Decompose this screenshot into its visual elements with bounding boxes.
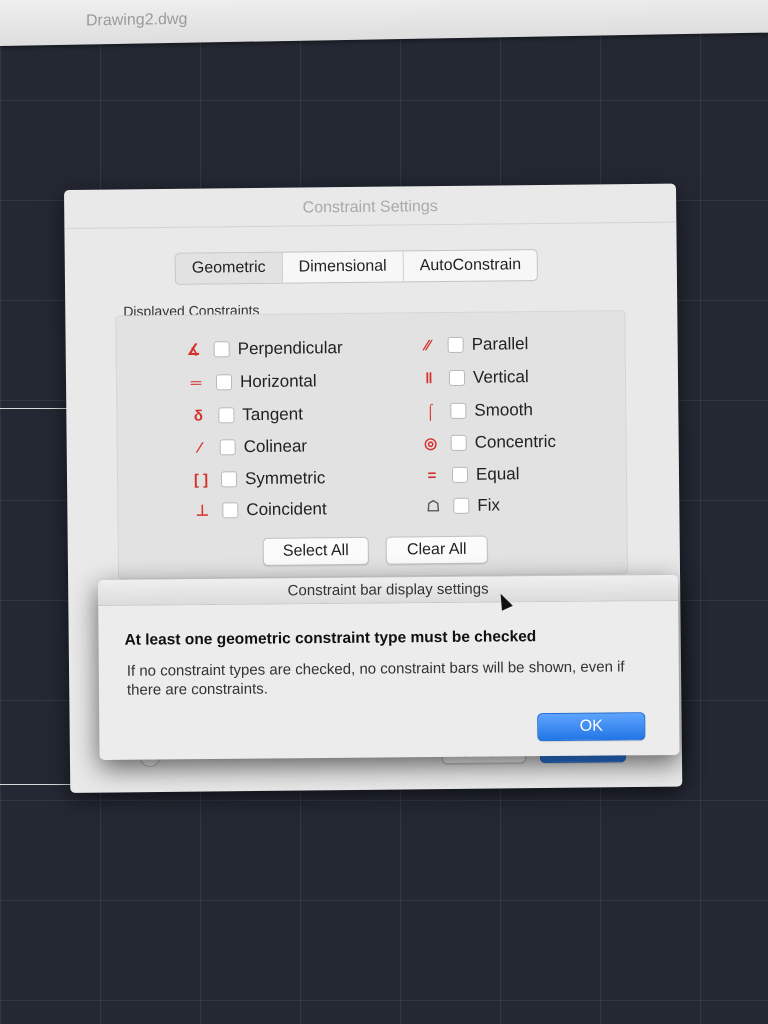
alert-heading: At least one geometric constraint type m… [124,628,537,649]
constraint-option-horizontal[interactable]: ═ Horizontal [184,370,317,393]
concentric-icon: ◎ [424,435,438,453]
checkbox[interactable] [219,439,236,456]
constraint-option-perpendicular[interactable]: ∡ Perpendicular [182,337,343,361]
checkbox[interactable] [450,434,467,451]
alert-title: Constraint bar display settings [98,574,679,606]
option-label: Smooth [474,400,534,420]
constraint-option-parallel[interactable]: ∕∕ Parallel [416,333,529,356]
alert-message: If no constraint types are checked, no c… [126,658,625,699]
coincident-icon: ⊥ [195,502,209,520]
constraint-option-concentric[interactable]: ◎ Concentric [419,431,556,454]
constraint-option-equal[interactable]: = Equal [420,463,520,486]
option-label: Horizontal [239,371,317,392]
checkbox[interactable] [220,471,238,488]
checkbox[interactable] [451,466,469,483]
option-label: Vertical [472,367,529,387]
constraint-option-symmetric[interactable]: [ ] Symmetric [189,467,326,490]
canvas-line [0,408,72,409]
tangent-icon: δ [193,407,204,425]
constraint-option-vertical[interactable]: ‖ Vertical [417,366,529,389]
checkbox[interactable] [448,369,466,386]
option-label: Symmetric [244,468,326,489]
constraint-option-fix[interactable]: ☖ Fix [421,494,501,517]
perpendicular-icon: ∡ [186,341,201,359]
constraint-option-coincident[interactable]: ⊥ Coincident [190,498,327,521]
option-label: Equal [475,464,520,484]
vertical-icon: ‖ [425,369,433,387]
tab-autoconstrain[interactable]: AutoConstrain [404,250,538,281]
option-label: Colinear [243,436,308,457]
checkbox[interactable] [215,374,233,391]
constraint-option-smooth[interactable]: ⌠ Smooth [418,399,533,422]
option-label: Perpendicular [237,338,343,359]
checkbox[interactable] [218,407,235,424]
checkbox[interactable] [213,341,230,358]
option-label: Fix [477,495,501,515]
equal-icon: = [427,466,437,484]
window-title: Drawing2.dwg [86,10,188,30]
tab-bar: Geometric Dimensional AutoConstrain [174,249,539,285]
checkbox[interactable] [450,402,467,419]
parallel-icon: ∕∕ [425,336,431,354]
clear-all-button[interactable]: Clear All [385,535,488,565]
alert-ok-button[interactable]: OK [537,712,646,742]
option-label: Tangent [242,404,303,425]
tab-dimensional[interactable]: Dimensional [282,251,404,283]
option-label: Concentric [474,431,557,452]
dialog-title: Constraint Settings [64,183,677,229]
checkbox[interactable] [447,336,464,353]
constraint-option-tangent[interactable]: δ Tangent [186,404,303,427]
symmetric-icon: [ ] [193,471,209,489]
constraint-option-colinear[interactable]: ∕ Colinear [188,435,308,458]
horizontal-icon: ═ [190,374,202,392]
alert-dialog: Constraint bar display settings At least… [98,574,680,760]
lock-icon: ☖ [426,498,441,516]
select-all-button[interactable]: Select All [262,536,369,566]
option-label: Parallel [471,334,529,354]
colinear-icon: ∕ [198,439,202,457]
checkbox[interactable] [222,502,239,519]
smooth-icon: ⌠ [425,402,435,420]
checkbox[interactable] [453,497,470,514]
tab-geometric[interactable]: Geometric [175,252,283,284]
option-label: Coincident [246,499,327,520]
